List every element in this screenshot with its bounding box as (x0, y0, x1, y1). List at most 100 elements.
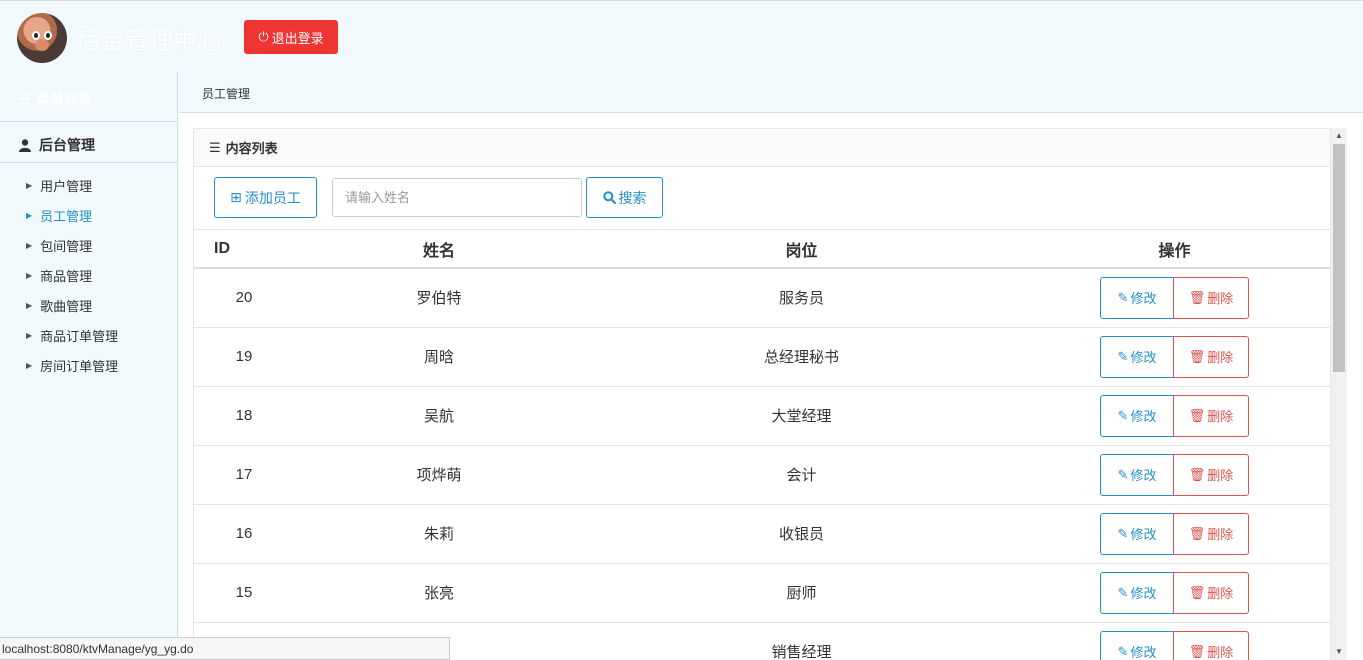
edit-label: 修改 (1130, 409, 1157, 424)
delete-button[interactable]: 🗑 删除 (1173, 394, 1249, 437)
trash-icon: 🗑 (1188, 584, 1206, 600)
cell-name: 张亮 (294, 563, 584, 623)
sidebar: ☰ 菜单列表 后台管理 ▶ 用户管理 ▶ 员工管理 ▶ 包间管理 ▶ 商品管理 ▶ 歌曲管… (0, 72, 178, 660)
delete-button[interactable]: 🗑 删除 (1173, 335, 1249, 378)
sidebar-item-label: 用户管理 (40, 178, 93, 194)
section-title: 后台管理 (39, 137, 95, 153)
delete-label: 删除 (1207, 586, 1234, 601)
delete-button[interactable]: 🗑 删除 (1173, 276, 1249, 319)
delete-button[interactable]: 🗑 删除 (1173, 512, 1249, 555)
trash-icon: 🗑 (1188, 348, 1206, 364)
table-row: 15 张亮 厨师 ✎ 修改 🗑 删除 (194, 563, 1330, 623)
caret-right-icon: ▶ (26, 300, 33, 310)
delete-label: 删除 (1207, 527, 1234, 542)
toolbar: ⊞ 添加员工 搜索 (194, 167, 1330, 230)
delete-label: 删除 (1207, 291, 1234, 307)
cell-position: 服务员 (584, 268, 1019, 328)
sidebar-item-label: 包间管理 (40, 238, 93, 254)
cell-id: 20 (194, 268, 294, 328)
menu-header-label: 菜单列表 (36, 92, 93, 107)
cell-id: 17 (194, 445, 294, 505)
scroll-down-arrow-icon[interactable]: ▼ (1335, 647, 1343, 656)
panel-title: ☰ 内容列表 (194, 129, 1330, 167)
scroll-up-arrow-icon[interactable]: ▲ (1335, 131, 1343, 140)
search-icon (602, 191, 616, 204)
column-header-id: ID (194, 230, 294, 269)
sidebar-item-label: 歌曲管理 (40, 298, 93, 314)
search-button[interactable]: 搜索 (586, 177, 663, 218)
sidebar-item-room-order[interactable]: ▶ 房间订单管理 (0, 350, 178, 380)
trash-icon: 🗑 (1188, 289, 1206, 305)
table-row: 19 周晗 总经理秘书 ✎ 修改 🗑 删除 (194, 327, 1330, 387)
caret-right-icon: ▶ (26, 180, 33, 190)
scrollbar[interactable]: ▲ ▼ (1331, 128, 1347, 660)
add-employee-button[interactable]: ⊞ 添加员工 (214, 177, 317, 218)
cell-name: 吴航 (294, 386, 584, 446)
cell-ops: ✎ 修改 🗑 删除 (1019, 504, 1330, 564)
content-panel: ☰ 内容列表 ⊞ 添加员工 搜索 ID 姓名 岗位 操作 20罗伯特服务员✎修改… (193, 128, 1331, 660)
edit-icon: ✎ (1117, 466, 1129, 482)
delete-button[interactable]: 🗑 删除 (1173, 630, 1249, 660)
caret-right-icon: ▶ (26, 270, 33, 280)
edit-button[interactable]: ✎ 修改 (1100, 335, 1174, 378)
delete-label: 删除 (1207, 350, 1234, 365)
edit-button[interactable]: ✎ 修改 (1100, 453, 1174, 496)
edit-button[interactable]: ✎ 修改 (1100, 630, 1174, 660)
search-label: 搜索 (618, 189, 647, 206)
search-input[interactable] (332, 178, 582, 217)
sidebar-nav: ▶ 用户管理 ▶ 员工管理 ▶ 包间管理 ▶ 商品管理 ▶ 歌曲管理 ▶ 商品订单管理 ▶ 房… (0, 170, 178, 380)
cell-ops: ✎ 修改 🗑 删除 (1019, 386, 1330, 446)
edit-icon: ✎ (1117, 348, 1129, 364)
sidebar-item-goods[interactable]: ▶ 商品管理 (0, 260, 178, 290)
table-row: 20 罗伯特 服务员 ✎ 修改 🗑 删除 (194, 268, 1330, 328)
cell-name: 项烨萌 (294, 445, 584, 505)
edit-button[interactable]: ✎ 修改 (1100, 394, 1174, 437)
employee-table: ID 姓名 岗位 操作 20 罗伯特 服务员 ✎ 修改 🗑 删除 19 周晗 总经理秘书 ✎ 修改 🗑 删… (194, 230, 1330, 660)
panel-title-label: 内容列表 (225, 141, 278, 156)
list-icon: ☰ (209, 139, 221, 155)
trash-icon: 🗑 (1188, 643, 1206, 659)
edit-label: 修改 (1130, 645, 1157, 660)
caret-right-icon: ▶ (26, 210, 33, 220)
sidebar-item-user[interactable]: ▶ 用户管理 (0, 170, 178, 200)
cell-position: 销售经理 (584, 622, 1019, 660)
status-bar-url: localhost:8080/ktvManage/yg_yg.do (0, 637, 450, 660)
caret-right-icon: ▶ (26, 360, 33, 370)
table-header-row: ID 姓名 岗位 操作 (194, 230, 1330, 269)
delete-label: 删除 (1207, 645, 1234, 660)
cell-id: 19 (194, 327, 294, 387)
cell-ops: ✎ 修改 🗑 删除 (1019, 327, 1330, 387)
cell-id: 18 (194, 386, 294, 446)
delete-button[interactable]: 🗑 删除 (1173, 453, 1249, 496)
edit-button[interactable]: ✎ 修改 (1100, 512, 1174, 555)
sidebar-item-employee[interactable]: ▶ 员工管理 (0, 200, 178, 230)
edit-icon: ✎ (1117, 643, 1129, 659)
edit-button[interactable]: ✎ 修改 (1100, 571, 1174, 614)
edit-label: 修改 (1130, 468, 1157, 483)
sidebar-item-goods-order[interactable]: ▶ 商品订单管理 (0, 320, 178, 350)
trash-icon: 🗑 (1188, 466, 1206, 482)
caret-right-icon: ▶ (26, 330, 33, 340)
table-row: 16 朱莉 收银员 ✎ 修改 🗑 删除 (194, 504, 1330, 564)
edit-label: 修改 (1130, 527, 1157, 542)
cell-position: 收银员 (584, 504, 1019, 564)
cell-ops: ✎ 修改 🗑 删除 (1019, 563, 1330, 623)
edit-icon: ✎ (1117, 407, 1129, 423)
edit-button[interactable]: ✎ 修改 (1100, 276, 1174, 319)
user-icon (19, 138, 31, 152)
cell-ops: ✎ 修改 🗑 删除 (1019, 445, 1330, 505)
section-header[interactable]: 后台管理 (0, 123, 178, 163)
scroll-thumb[interactable] (1333, 144, 1345, 372)
logout-button[interactable]: ⏻ 退出登录 (244, 20, 338, 54)
delete-button[interactable]: 🗑 删除 (1173, 571, 1249, 614)
sidebar-item-song[interactable]: ▶ 歌曲管理 (0, 290, 178, 320)
trash-icon: 🗑 (1188, 525, 1206, 541)
column-header-ops: 操作 (1019, 230, 1330, 269)
table-row: 17 项烨萌 会计 ✎ 修改 🗑 删除 (194, 445, 1330, 505)
sidebar-item-label: 员工管理 (40, 208, 93, 224)
app-title: 后台管理中心 (77, 28, 221, 55)
list-icon: ☰ (19, 92, 32, 107)
edit-label: 修改 (1130, 291, 1157, 307)
edit-label: 修改 (1130, 586, 1157, 601)
sidebar-item-room[interactable]: ▶ 包间管理 (0, 230, 178, 260)
